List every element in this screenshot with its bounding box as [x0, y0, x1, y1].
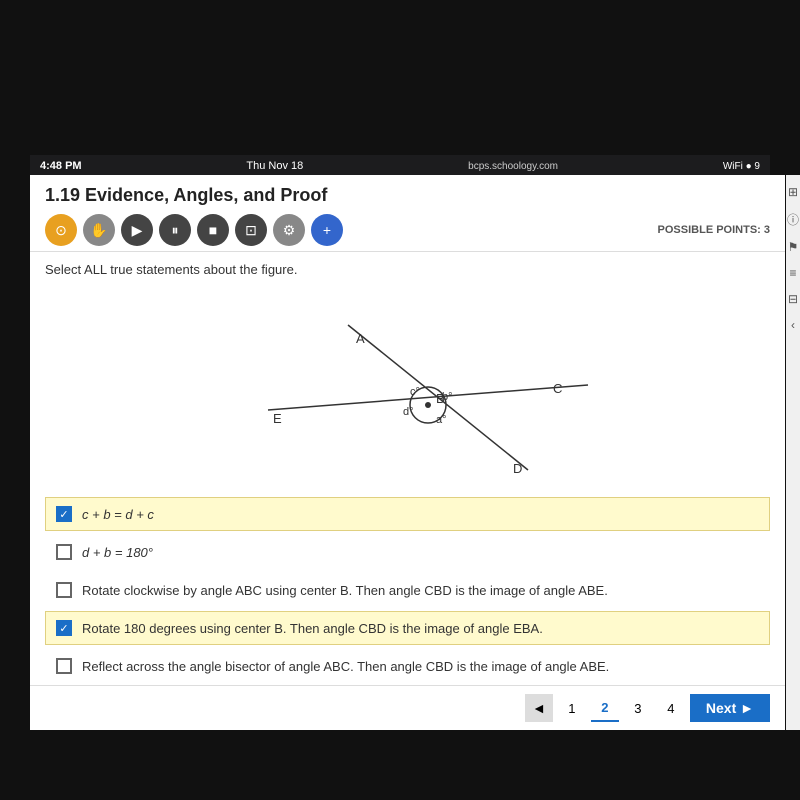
hand-button[interactable]: ✋: [83, 214, 115, 246]
checkbox-5[interactable]: [56, 658, 72, 674]
stop-button[interactable]: ■: [197, 214, 229, 246]
answer-item-5[interactable]: Reflect across the angle bisector of ang…: [45, 649, 770, 683]
play-button[interactable]: ▶: [121, 214, 153, 246]
answer-item-2[interactable]: d + b = 180°: [45, 535, 770, 569]
question-area: Select ALL true statements about the fig…: [30, 252, 785, 497]
header-bar: 1.19 Evidence, Angles, and Proof ⊙ ✋ ▶ ⏸…: [30, 175, 785, 252]
figure-area: A B C D E b° a° c° d°: [45, 287, 770, 487]
answer-text-2: d + b = 180°: [82, 545, 153, 560]
sidebar-icon-5[interactable]: ⊟: [788, 292, 798, 306]
checkbox-1[interactable]: ✓: [56, 506, 72, 522]
question-instruction: Select ALL true statements about the fig…: [45, 262, 770, 277]
checkbox-4[interactable]: ✓: [56, 620, 72, 636]
sidebar-icon-1[interactable]: ⊞: [788, 185, 798, 199]
sidebar-icon-2[interactable]: ⓘ: [787, 211, 799, 228]
label-c: c°: [410, 386, 420, 398]
sidebar-icon-3[interactable]: ⚑: [788, 240, 799, 254]
answer-text-1: c + b = d + c: [82, 507, 154, 522]
sidebar-icon-4[interactable]: ≡: [789, 266, 796, 280]
label-d: d°: [403, 406, 414, 418]
answer-item-1[interactable]: ✓ c + b = d + c: [45, 497, 770, 531]
status-bar: 4:48 PM Thu Nov 18 bcps.schoology.com Wi…: [30, 155, 770, 177]
answer-item-3[interactable]: Rotate clockwise by angle ABC using cent…: [45, 573, 770, 607]
checkbox-3[interactable]: [56, 582, 72, 598]
status-date: Thu Nov 18: [246, 160, 303, 172]
answer-text-3: Rotate clockwise by angle ABC using cent…: [82, 583, 608, 598]
content-area: 1.19 Evidence, Angles, and Proof ⊙ ✋ ▶ ⏸…: [30, 175, 785, 730]
page-4-button[interactable]: 4: [657, 694, 685, 722]
label-b: b°: [442, 391, 453, 403]
status-icons: WiFi ● 9: [723, 161, 760, 172]
page-title: 1.19 Evidence, Angles, and Proof: [45, 185, 770, 206]
next-button[interactable]: Next ►: [690, 694, 770, 722]
sidebar-collapse[interactable]: ‹: [791, 318, 795, 332]
label-C: C: [553, 381, 562, 396]
checkbox-2[interactable]: [56, 544, 72, 560]
toolbar: ⊙ ✋ ▶ ⏸ ■ ⊡ ⚙ +: [45, 214, 343, 246]
possible-points: POSSIBLE POINTS: 3: [658, 224, 770, 236]
answer-text-5: Reflect across the angle bisector of ang…: [82, 659, 609, 674]
right-sidebar: ⊞ ⓘ ⚑ ≡ ⊟ ‹: [786, 175, 800, 730]
label-D: D: [513, 461, 522, 476]
prev-arrow[interactable]: ◄: [525, 694, 553, 722]
navigate-button[interactable]: ⊙: [45, 214, 77, 246]
label-A: A: [356, 331, 365, 346]
answer-text-4: Rotate 180 degrees using center B. Then …: [82, 621, 543, 636]
media-button[interactable]: ⊡: [235, 214, 267, 246]
label-a: a°: [436, 414, 447, 426]
toolbar-row: ⊙ ✋ ▶ ⏸ ■ ⊡ ⚙ + POSSIBLE POINTS: 3: [45, 214, 770, 246]
settings-button[interactable]: ⚙: [273, 214, 305, 246]
add-button[interactable]: +: [311, 214, 343, 246]
page-3-button[interactable]: 3: [624, 694, 652, 722]
label-E: E: [273, 411, 282, 426]
page-1-button[interactable]: 1: [558, 694, 586, 722]
status-time: 4:48 PM: [40, 160, 82, 172]
pause-button[interactable]: ⏸: [159, 214, 191, 246]
screen: 4:48 PM Thu Nov 18 bcps.schoology.com Wi…: [0, 0, 800, 800]
status-url: bcps.schoology.com: [468, 161, 558, 172]
page-2-button[interactable]: 2: [591, 694, 619, 722]
geometry-figure: A B C D E b° a° c° d°: [218, 295, 598, 480]
answer-item-4[interactable]: ✓ Rotate 180 degrees using center B. The…: [45, 611, 770, 645]
nav-footer: ◄ 1 2 3 4 Next ►: [30, 685, 785, 730]
